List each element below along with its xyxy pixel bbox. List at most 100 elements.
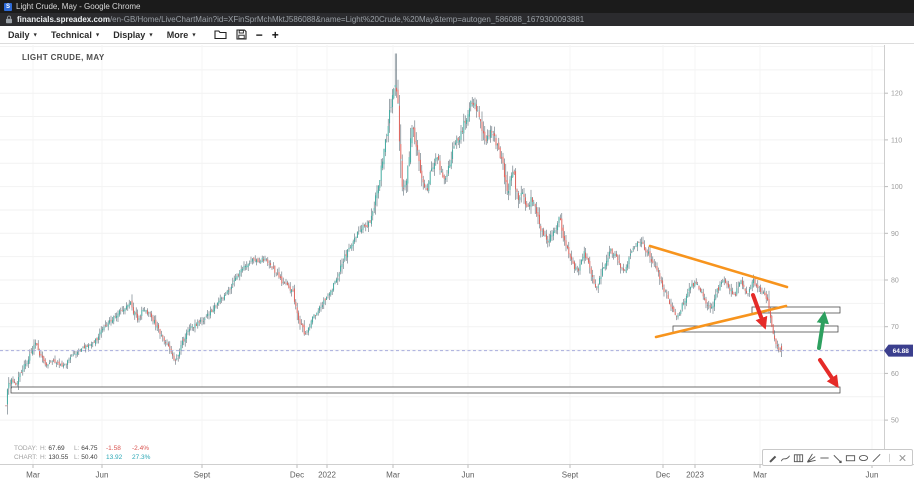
candle-down [486, 138, 487, 141]
candle-down [767, 297, 768, 300]
candle-up [602, 268, 603, 276]
y-axis-label: 50 [891, 418, 899, 425]
candle-down [42, 356, 43, 358]
url-domain: financials.spreadex.com [17, 15, 110, 24]
candle-up [316, 313, 317, 315]
candle-down [472, 103, 473, 104]
candle-up [452, 150, 453, 159]
candle-up [157, 326, 158, 328]
trendline-icon[interactable] [832, 451, 843, 464]
candle-up [556, 228, 557, 229]
candle-up [11, 379, 12, 384]
candle-up [56, 363, 57, 364]
candle-down [645, 248, 646, 251]
y-axis-label: 70 [891, 324, 899, 331]
candle-down [424, 184, 425, 188]
candle-up [470, 101, 471, 107]
candle-down [55, 359, 56, 363]
candle-down [43, 356, 44, 361]
x-axis-label: Sept [194, 471, 211, 480]
close-icon[interactable] [897, 451, 908, 464]
candle-down [773, 324, 774, 333]
menu-daily[interactable]: Daily▼ [8, 30, 38, 40]
candle-down [281, 276, 282, 283]
triangle-upper-line[interactable] [650, 246, 787, 287]
candle-up [575, 267, 576, 270]
curve-icon[interactable] [780, 451, 791, 464]
candle-up [64, 364, 65, 365]
candle-down [370, 220, 371, 222]
toolbar-divider [884, 451, 895, 464]
chart-columns-icon[interactable] [793, 451, 804, 464]
lock-icon [5, 15, 13, 24]
x-axis-label: Jun [462, 471, 475, 480]
candle-up [606, 261, 607, 266]
candle-up [694, 282, 695, 286]
candle-up [430, 172, 431, 184]
legend-chart-low: L: 50.40 [74, 454, 106, 463]
candle-up [228, 290, 229, 291]
candle-down [671, 304, 672, 306]
diagonal-line-icon[interactable] [871, 451, 882, 464]
url-text[interactable]: financials.spreadex.com/en-GB/Home/LiveC… [17, 15, 584, 24]
rectangle-tool-icon[interactable] [845, 451, 856, 464]
candle-up [686, 296, 687, 303]
candle-up [449, 165, 450, 168]
candle-up [63, 365, 64, 367]
candle-down [571, 257, 572, 260]
candle-down [617, 255, 618, 260]
candle-up [626, 267, 627, 272]
x-axis-label: Dec [290, 471, 304, 480]
candle-up [71, 356, 72, 357]
support-zone-bottom[interactable] [11, 387, 840, 393]
zoom-in-icon[interactable]: + [272, 30, 279, 40]
candle-down [15, 383, 16, 385]
drop-scenario-arrow[interactable] [820, 360, 836, 384]
candle-down [592, 275, 593, 277]
candle-up [249, 263, 250, 264]
candle-up [167, 344, 168, 345]
candle-down [399, 106, 400, 142]
candle-up [119, 310, 120, 314]
menu-technical[interactable]: Technical▼ [51, 30, 100, 40]
menu-more[interactable]: More▼ [167, 30, 197, 40]
candle-down [743, 285, 744, 287]
fan-lines-icon[interactable] [806, 451, 817, 464]
candle-up [73, 354, 74, 355]
bounce-scenario-arrow[interactable] [819, 316, 824, 348]
candle-down [87, 345, 88, 347]
candle-up [629, 257, 630, 264]
chart-svg[interactable]: 1201101009080706050MarJunSeptDec2022MarJ… [0, 44, 914, 483]
zoom-out-icon[interactable]: − [256, 30, 263, 40]
candle-up [118, 313, 119, 317]
candle-up [69, 359, 70, 360]
pencil-icon[interactable] [767, 451, 778, 464]
candle-up [323, 300, 324, 304]
menu-display[interactable]: Display▼ [113, 30, 153, 40]
y-axis-label: 100 [891, 184, 903, 191]
candle-down [746, 291, 747, 294]
candle-up [227, 291, 228, 294]
url-path: /en-GB/Home/LiveChartMain?id=XFinSprMchM… [110, 15, 584, 24]
candle-down [175, 361, 176, 362]
browser-urlbar[interactable]: financials.spreadex.com/en-GB/Home/LiveC… [0, 13, 914, 26]
candle-up [463, 121, 464, 133]
candle-up [379, 180, 380, 188]
candle-up [648, 252, 649, 254]
candle-down [6, 405, 7, 406]
chart-area[interactable]: 1201101009080706050MarJunSeptDec2022MarJ… [0, 44, 914, 483]
candle-up [307, 332, 308, 333]
x-axis-label: Mar [386, 471, 400, 480]
open-chart-icon[interactable] [214, 29, 227, 40]
candle-up [176, 358, 177, 359]
save-chart-icon[interactable] [236, 29, 247, 40]
candle-down [263, 259, 264, 261]
candle-down [496, 138, 497, 145]
ellipse-tool-icon[interactable] [858, 451, 869, 464]
candle-down [421, 171, 422, 179]
candle-up [613, 255, 614, 256]
candle-down [756, 284, 757, 286]
candle-down [290, 287, 291, 291]
candle-up [189, 329, 190, 332]
horizontal-line-icon[interactable] [819, 451, 830, 464]
